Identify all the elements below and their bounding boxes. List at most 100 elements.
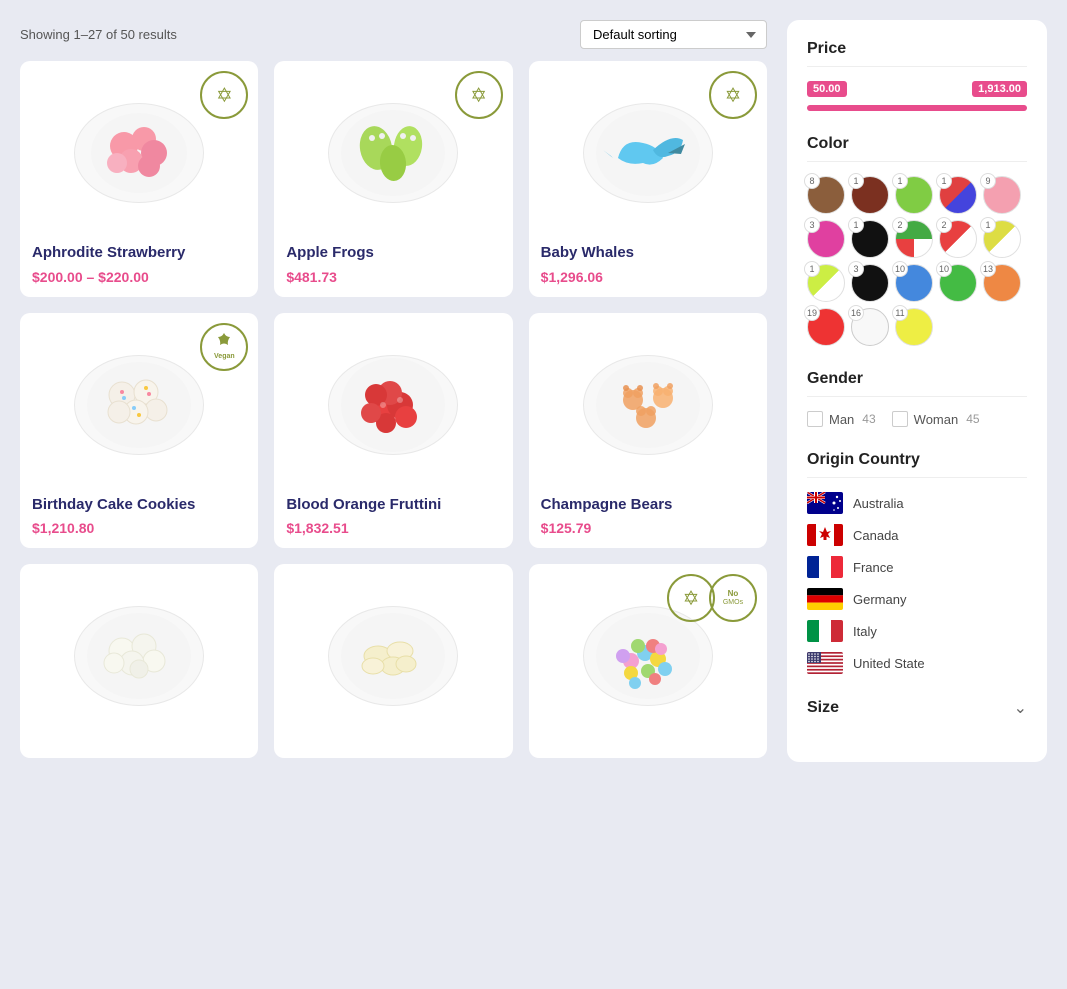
color-swatch-brown[interactable]: 8	[807, 176, 845, 214]
gender-woman-count: 45	[966, 412, 979, 426]
product-image-container	[32, 576, 246, 736]
country-item-germany[interactable]: Germany	[807, 588, 1027, 610]
gender-man-label: Man	[829, 412, 854, 427]
swatch-count: 1	[980, 217, 996, 233]
badge-vegan: Vegan	[200, 323, 248, 371]
product-card[interactable]: Vegan	[20, 313, 258, 549]
color-filter: Color 8 1 1 1	[807, 135, 1027, 346]
product-name: Blood Orange Fruttini	[286, 495, 500, 515]
price-slider-fill	[807, 105, 1027, 111]
country-name-italy: Italy	[853, 624, 877, 639]
product-card[interactable]: ✡	[274, 61, 512, 297]
color-swatch-darkbrown[interactable]: 1	[851, 176, 889, 214]
products-grid: ✡ Aphrodite Strawberr	[20, 61, 767, 758]
product-name: Aphrodite Strawberry	[32, 243, 246, 263]
price-filter: Price 50.00 1,913.00	[807, 40, 1027, 111]
color-swatch-orange[interactable]: 13	[983, 264, 1021, 302]
gender-filter: Gender Man 43 Woman 45	[807, 370, 1027, 427]
color-swatch-black[interactable]: 1	[851, 220, 889, 258]
country-item-us[interactable]: United State	[807, 652, 1027, 674]
product-name: Champagne Bears	[541, 495, 755, 515]
product-name: Baby Whales	[541, 243, 755, 263]
country-list: Australia	[807, 492, 1027, 674]
country-name-us: United State	[853, 656, 925, 671]
size-filter-title: Size	[807, 699, 839, 717]
country-name-france: France	[853, 560, 893, 575]
gender-man-checkbox[interactable]	[807, 411, 823, 427]
product-price: $1,296.06	[541, 269, 755, 285]
swatch-count: 3	[804, 217, 820, 233]
swatch-count: 10	[892, 261, 908, 277]
product-image	[74, 103, 204, 203]
swatch-count: 1	[936, 173, 952, 189]
product-card[interactable]: ✡ Aphrodite Strawberr	[20, 61, 258, 297]
color-swatch-pink[interactable]: 9	[983, 176, 1021, 214]
color-swatch-magenta[interactable]: 3	[807, 220, 845, 258]
color-swatch-blue[interactable]: 10	[895, 264, 933, 302]
color-swatch-yellow[interactable]: 11	[895, 308, 933, 346]
product-card[interactable]	[274, 564, 512, 758]
size-filter-header[interactable]: Size ⌄	[807, 698, 1027, 718]
origin-filter-title: Origin Country	[807, 451, 1027, 478]
sort-select[interactable]: Default sorting Sort by popularity Sort …	[580, 20, 767, 49]
badge-nogmo: No GMOs	[709, 574, 757, 622]
product-card[interactable]: ✡ Baby Whales	[529, 61, 767, 297]
badge-kosher: ✡	[709, 71, 757, 119]
color-swatch-yellowgreen[interactable]: 1	[807, 264, 845, 302]
sidebar-card: Price 50.00 1,913.00 Color 8	[787, 20, 1047, 762]
country-item-australia[interactable]: Australia	[807, 492, 1027, 514]
flag-france	[807, 556, 843, 578]
country-item-canada[interactable]: Canada	[807, 524, 1027, 546]
gender-woman-label: Woman	[914, 412, 959, 427]
results-bar: Showing 1–27 of 50 results Default sorti…	[20, 20, 767, 49]
swatch-count: 2	[936, 217, 952, 233]
product-card[interactable]: Blood Orange Fruttini $1,832.51	[274, 313, 512, 549]
color-swatch-white[interactable]: 16	[851, 308, 889, 346]
gender-woman[interactable]: Woman 45	[892, 411, 980, 427]
color-swatch-multiblue[interactable]: 1	[939, 176, 977, 214]
swatch-count: 8	[804, 173, 820, 189]
product-image-container	[541, 325, 755, 485]
sidebar: Price 50.00 1,913.00 Color 8	[787, 20, 1047, 762]
badge-kosher: ✡	[200, 71, 248, 119]
product-image	[328, 103, 458, 203]
color-swatch-multicol[interactable]: 2	[895, 220, 933, 258]
price-max: 1,913.00	[972, 81, 1027, 97]
country-item-italy[interactable]: Italy	[807, 620, 1027, 642]
swatch-count: 11	[892, 305, 908, 321]
product-name: Birthday Cake Cookies	[32, 495, 246, 515]
swatch-count: 1	[892, 173, 908, 189]
gender-woman-checkbox[interactable]	[892, 411, 908, 427]
origin-filter: Origin Country	[807, 451, 1027, 674]
gender-filter-title: Gender	[807, 370, 1027, 397]
color-swatch-green[interactable]: 1	[895, 176, 933, 214]
product-card[interactable]	[20, 564, 258, 758]
color-swatch-yellowwhite[interactable]: 1	[983, 220, 1021, 258]
badge-kosher: ✡	[455, 71, 503, 119]
country-item-france[interactable]: France	[807, 556, 1027, 578]
swatch-count: 1	[848, 173, 864, 189]
product-price: $1,832.51	[286, 520, 500, 536]
swatch-count: 16	[848, 305, 864, 321]
product-card[interactable]: ✡ No GMOs	[529, 564, 767, 758]
color-swatch-black2[interactable]: 3	[851, 264, 889, 302]
product-image	[328, 355, 458, 455]
results-count: Showing 1–27 of 50 results	[20, 27, 177, 42]
size-filter: Size ⌄	[807, 698, 1027, 718]
color-swatch-redwhite[interactable]: 2	[939, 220, 977, 258]
product-price: $200.00 – $220.00	[32, 269, 246, 285]
price-slider-track[interactable]	[807, 105, 1027, 111]
product-card[interactable]: Champagne Bears $125.79	[529, 313, 767, 549]
gender-man[interactable]: Man 43	[807, 411, 876, 427]
chevron-down-icon: ⌄	[1014, 698, 1027, 718]
swatch-count: 1	[804, 261, 820, 277]
color-swatch-leafgreen[interactable]: 10	[939, 264, 977, 302]
flag-us	[807, 652, 843, 674]
swatch-count: 3	[848, 261, 864, 277]
flag-germany	[807, 588, 843, 610]
swatch-count: 1	[848, 217, 864, 233]
product-price: $481.73	[286, 269, 500, 285]
color-swatch-red[interactable]: 19	[807, 308, 845, 346]
swatch-count: 13	[980, 261, 996, 277]
color-grid: 8 1 1 1 9 3	[807, 176, 1027, 346]
